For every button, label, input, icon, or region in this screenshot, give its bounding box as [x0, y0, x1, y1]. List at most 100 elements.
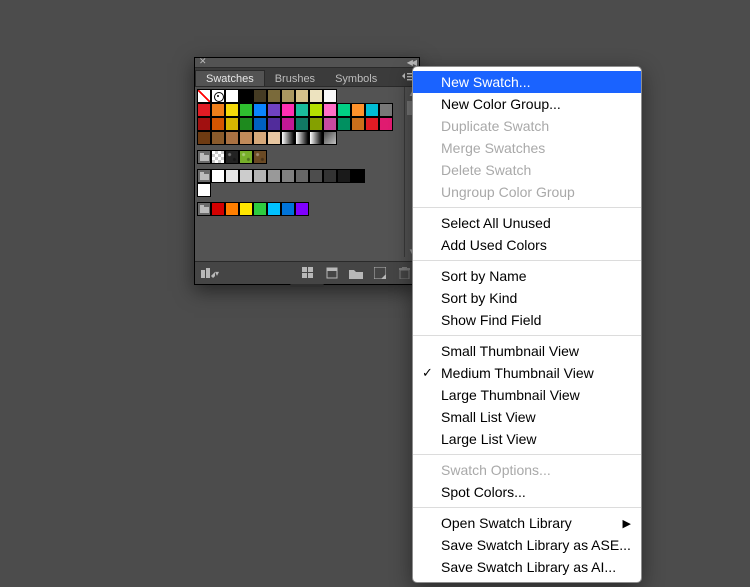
swatch[interactable] — [239, 117, 253, 131]
tab-swatches[interactable]: Swatches — [195, 70, 265, 87]
menu-item[interactable]: New Color Group... — [413, 93, 641, 115]
swatch-grid[interactable] — [197, 89, 405, 257]
swatch[interactable] — [295, 117, 309, 131]
menu-item[interactable]: Sort by Kind — [413, 287, 641, 309]
swatch-options-icon[interactable] — [325, 266, 339, 280]
swatch-pattern[interactable] — [211, 150, 225, 164]
swatch[interactable] — [239, 202, 253, 216]
swatch[interactable] — [379, 117, 393, 131]
swatch[interactable] — [365, 103, 379, 117]
menu-item[interactable]: New Swatch... — [413, 71, 641, 93]
menu-item[interactable]: Open Swatch Library▶ — [413, 512, 641, 534]
new-color-group-icon[interactable] — [349, 266, 363, 280]
new-swatch-icon[interactable] — [373, 266, 387, 280]
show-swatch-kinds-icon[interactable] — [301, 266, 315, 280]
swatch[interactable] — [211, 202, 225, 216]
color-group-folder[interactable] — [197, 202, 211, 216]
menu-item[interactable]: Spot Colors... — [413, 481, 641, 503]
swatch[interactable] — [323, 103, 337, 117]
swatch[interactable] — [225, 150, 239, 164]
swatch[interactable] — [253, 131, 267, 145]
swatch[interactable] — [225, 169, 239, 183]
swatch[interactable] — [323, 169, 337, 183]
menu-item[interactable]: Add Used Colors — [413, 234, 641, 256]
swatch[interactable] — [309, 117, 323, 131]
swatch[interactable] — [281, 117, 295, 131]
swatch[interactable] — [351, 103, 365, 117]
swatch[interactable] — [197, 117, 211, 131]
menu-item[interactable]: Select All Unused — [413, 212, 641, 234]
swatch[interactable] — [309, 89, 323, 103]
menu-item[interactable]: Show Find Field — [413, 309, 641, 331]
tab-symbols[interactable]: Symbols — [325, 71, 387, 87]
swatch[interactable] — [239, 150, 253, 164]
swatch[interactable] — [323, 117, 337, 131]
swatch[interactable] — [197, 131, 211, 145]
swatch[interactable] — [281, 103, 295, 117]
swatch[interactable] — [323, 131, 337, 145]
menu-item[interactable]: Large List View — [413, 428, 641, 450]
swatch[interactable] — [323, 89, 337, 103]
swatch[interactable] — [197, 103, 211, 117]
swatch[interactable] — [253, 150, 267, 164]
swatch[interactable] — [267, 202, 281, 216]
swatch[interactable] — [225, 131, 239, 145]
swatch[interactable] — [309, 103, 323, 117]
swatch[interactable] — [281, 89, 295, 103]
swatch[interactable] — [295, 103, 309, 117]
swatch[interactable] — [365, 117, 379, 131]
swatch[interactable] — [239, 103, 253, 117]
close-icon[interactable]: ✕ — [199, 57, 207, 66]
swatch[interactable] — [267, 169, 281, 183]
swatch[interactable] — [211, 131, 225, 145]
menu-item[interactable]: Sort by Name — [413, 265, 641, 287]
swatch[interactable] — [239, 89, 253, 103]
resize-grip[interactable] — [290, 284, 324, 287]
swatch[interactable] — [351, 117, 365, 131]
swatch[interactable] — [337, 103, 351, 117]
swatch-gradient[interactable] — [281, 131, 295, 145]
swatch[interactable] — [267, 103, 281, 117]
swatch[interactable] — [309, 169, 323, 183]
swatch[interactable] — [295, 169, 309, 183]
swatch[interactable] — [239, 131, 253, 145]
swatch[interactable] — [295, 89, 309, 103]
swatch[interactable] — [225, 89, 239, 103]
swatch[interactable] — [267, 131, 281, 145]
swatch-registration[interactable] — [211, 89, 225, 103]
swatch-gradient[interactable] — [309, 131, 323, 145]
color-group-folder[interactable] — [197, 169, 211, 183]
swatch[interactable] — [225, 103, 239, 117]
menu-item[interactable]: ✓Medium Thumbnail View — [413, 362, 641, 384]
swatch-gradient[interactable] — [295, 131, 309, 145]
menu-item[interactable]: Large Thumbnail View — [413, 384, 641, 406]
swatch[interactable] — [351, 169, 365, 183]
swatch[interactable] — [281, 202, 295, 216]
swatch[interactable] — [211, 103, 225, 117]
menu-item[interactable]: Save Swatch Library as ASE... — [413, 534, 641, 556]
swatch[interactable] — [211, 169, 225, 183]
menu-item[interactable]: Small List View — [413, 406, 641, 428]
swatch[interactable] — [337, 117, 351, 131]
swatch[interactable] — [239, 169, 253, 183]
swatch[interactable] — [253, 103, 267, 117]
swatch[interactable] — [253, 117, 267, 131]
swatch[interactable] — [211, 117, 225, 131]
swatch-none[interactable] — [197, 89, 211, 103]
swatch[interactable] — [225, 117, 239, 131]
delete-swatch-icon[interactable] — [397, 266, 411, 280]
tab-brushes[interactable]: Brushes — [265, 71, 325, 87]
swatch[interactable] — [379, 103, 393, 117]
swatch[interactable] — [197, 183, 211, 197]
swatch-libraries-menu-icon[interactable] — [201, 266, 215, 280]
swatch[interactable] — [253, 169, 267, 183]
swatch[interactable] — [253, 89, 267, 103]
swatch[interactable] — [225, 202, 239, 216]
color-group-folder[interactable] — [197, 150, 211, 164]
panel-titlebar[interactable]: ✕ ◀◀ — [195, 58, 419, 67]
menu-item[interactable]: Save Swatch Library as AI... — [413, 556, 641, 578]
swatch[interactable] — [295, 202, 309, 216]
swatch[interactable] — [267, 117, 281, 131]
swatch[interactable] — [281, 169, 295, 183]
swatch[interactable] — [337, 169, 351, 183]
